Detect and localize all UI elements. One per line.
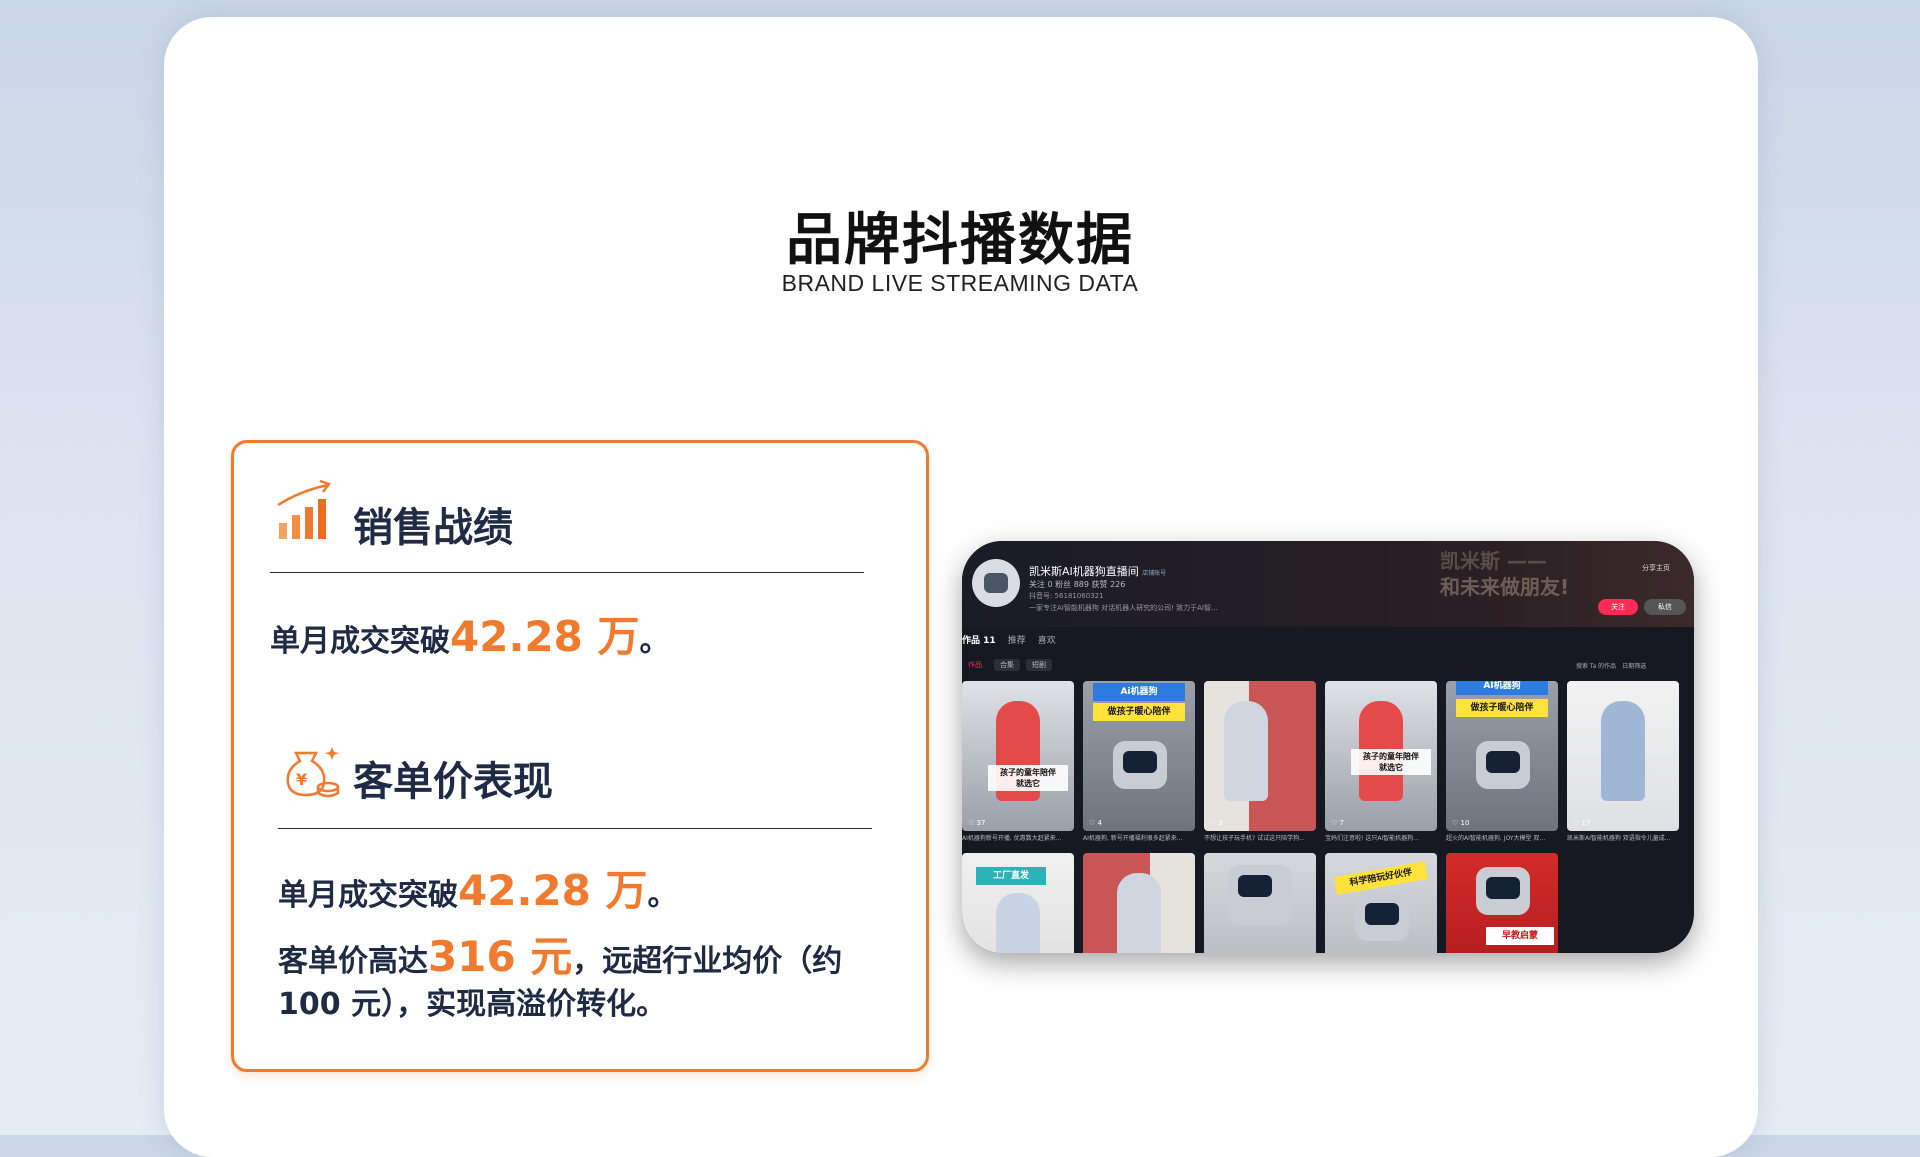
- video-title: 超火的AI智能机器狗, JOY大模型 双...: [1446, 835, 1546, 842]
- aov-line2: 客单价高达316 元，远超行业均价（约: [278, 923, 842, 984]
- slogan-text: 和未来做朋友!: [1440, 575, 1570, 599]
- aov-title: 客单价表现: [353, 759, 553, 805]
- like-count: ♡ 10: [1452, 819, 1470, 827]
- profile-tabs: 作品 11 推荐 喜欢: [962, 633, 1068, 649]
- bar-chart-up-icon: [276, 479, 334, 547]
- avatar: [972, 559, 1020, 607]
- like-count: ♡ 17: [1573, 819, 1591, 827]
- tab-works[interactable]: 作品 11: [962, 636, 996, 646]
- like-count: ♡ 37: [968, 819, 986, 827]
- video-tile[interactable]: AI机器狗 做孩子暖心陪伴 ♡ 10: [1446, 681, 1558, 831]
- aov-line3: 100 元），实现高溢价转化。: [278, 987, 667, 1022]
- video-tile[interactable]: 孩子的童年陪伴 就选它 ♡ 7: [1325, 681, 1437, 831]
- sales-divider: [270, 572, 864, 573]
- like-count: ♡ 3: [1210, 819, 1223, 827]
- slogan-brand: 凯米斯 ——: [1440, 549, 1547, 573]
- page-title: 品牌抖播数据: [786, 208, 1134, 273]
- search-filter[interactable]: 搜索 Ta 的作品 日期筛选: [1576, 661, 1646, 670]
- video-tile[interactable]: Ai机器狗 做孩子暖心陪伴 ♡ 4: [1083, 681, 1195, 831]
- video-title: 不想让孩子玩手机? 试试这只陪学狗...: [1204, 835, 1305, 842]
- video-tile[interactable]: [1083, 853, 1195, 953]
- data-info-box: 销售战绩 单月成交突破42.28 万。 ¥ 客单价表现 单月成交突破42.28 …: [231, 440, 929, 1072]
- subtab-works[interactable]: 作品: [962, 659, 988, 671]
- aov-divider: [278, 828, 872, 829]
- message-button[interactable]: 私信: [1644, 599, 1686, 615]
- douyin-profile-screenshot: 凯米斯AI机器狗直播间 店铺账号 关注 0 粉丝 889 获赞 226 抖音号:…: [962, 541, 1694, 953]
- page-subtitle: BRAND LIVE STREAMING DATA: [781, 270, 1139, 296]
- account-id: 抖音号: 56181060321: [1029, 592, 1104, 600]
- account-name: 凯米斯AI机器狗直播间 店铺账号: [1029, 565, 1167, 578]
- video-tile[interactable]: ♡ 3: [1204, 681, 1316, 831]
- tab-recommend[interactable]: 推荐: [1008, 636, 1026, 646]
- aov-sales-value: 42.28 万: [458, 866, 648, 915]
- money-bag-coins-icon: ¥: [282, 743, 342, 805]
- video-tile[interactable]: 工厂直发: [962, 853, 1074, 953]
- video-tile[interactable]: 早教启蒙: [1446, 853, 1558, 953]
- aov-suffix: 。: [647, 878, 678, 913]
- follow-button[interactable]: 关注: [1598, 599, 1638, 615]
- profile-subtabs: 作品 合集 短剧: [962, 659, 1058, 673]
- aov-price-prefix: 客单价高达: [278, 944, 428, 979]
- subtab-drama[interactable]: 短剧: [1026, 659, 1052, 671]
- video-title: 宝妈们注意啦! 这只AI智能机器狗...: [1325, 835, 1419, 842]
- sales-value: 42.28 万: [450, 612, 640, 661]
- subtab-collection[interactable]: 合集: [994, 659, 1020, 671]
- share-link[interactable]: 分享主页: [1642, 563, 1670, 573]
- video-title: 凯米斯AI智能机器狗 双语指令儿童成...: [1567, 835, 1671, 842]
- video-title: AI机器狗, 新号开播福利很多赶紧来...: [1083, 835, 1183, 842]
- video-tile[interactable]: 孩子的童年陪伴 就选它 ♡ 37: [962, 681, 1074, 831]
- like-count: ♡ 7: [1331, 819, 1344, 827]
- sales-suffix: 。: [639, 624, 670, 659]
- sales-line: 单月成交突破42.28 万。: [270, 603, 669, 664]
- aov-price-suffix: ，远超行业均价（约: [572, 944, 843, 979]
- aov-price-value: 316 元: [428, 932, 573, 981]
- svg-text:¥: ¥: [296, 770, 307, 789]
- like-count: ♡ 4: [1089, 819, 1102, 827]
- aov-prefix: 单月成交突破: [278, 878, 458, 913]
- video-tile[interactable]: 科学陪玩好伙伴: [1325, 853, 1437, 953]
- account-stats: 关注 0 粉丝 889 获赞 226: [1029, 580, 1126, 589]
- aov-line1: 单月成交突破42.28 万。: [278, 857, 677, 918]
- tab-likes[interactable]: 喜欢: [1038, 636, 1056, 646]
- sales-prefix: 单月成交突破: [270, 624, 450, 659]
- account-desc: 一家专注AI智能机器狗 对话机器人研究的公司! 致力于AI智...: [1029, 604, 1218, 612]
- video-tile[interactable]: ♡ 17: [1567, 681, 1679, 831]
- sales-title: 销售战绩: [353, 505, 513, 551]
- video-title: AI机器狗新号开播, 优惠数大赶紧来...: [962, 835, 1062, 842]
- profile-header: 凯米斯AI机器狗直播间 店铺账号 关注 0 粉丝 889 获赞 226 抖音号:…: [962, 541, 1694, 627]
- video-tile[interactable]: [1204, 853, 1316, 953]
